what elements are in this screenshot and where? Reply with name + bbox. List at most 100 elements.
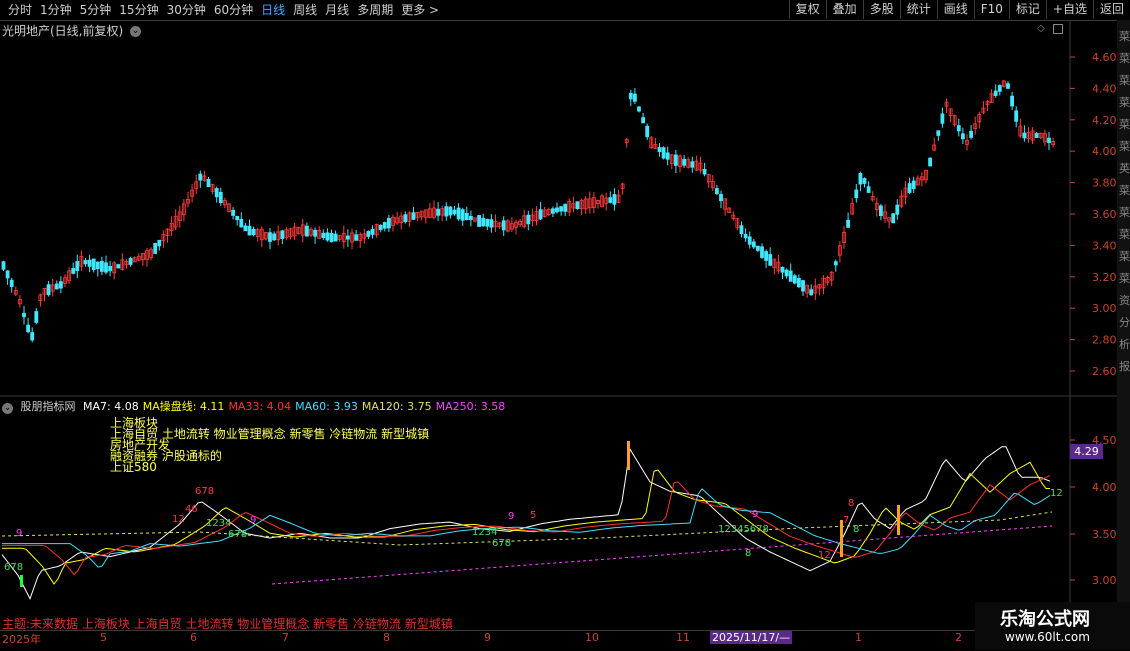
indicator-legend[interactable]: ⌄ 股朋指标网 MA7: 4.08 MA操盘线: 4.11 MA33: 4.04 MA…: [2, 398, 513, 414]
action-button[interactable]: +自选: [1045, 0, 1093, 19]
date-label: 9: [484, 631, 491, 644]
side-char: 菜: [1119, 206, 1130, 219]
side-char: 菜: [1119, 96, 1130, 109]
candle-body: [50, 284, 55, 292]
candle-body: [169, 223, 174, 231]
candle-body: [940, 113, 945, 124]
period-tab[interactable]: 分时: [4, 2, 36, 18]
candle-body: [493, 220, 498, 228]
candle-body: [932, 144, 937, 151]
candle-body: [432, 207, 436, 218]
candle-body: [489, 219, 494, 228]
price-label: 3.40: [1092, 239, 1117, 252]
candle-body: [145, 250, 149, 260]
candle-body: [317, 229, 322, 239]
period-tab[interactable]: 5分钟: [76, 2, 116, 18]
candle-body: [587, 198, 592, 209]
candle-body: [1043, 133, 1047, 143]
period-tab[interactable]: 30分钟: [163, 2, 210, 18]
action-button[interactable]: 复权: [788, 0, 826, 19]
candle-body: [1018, 125, 1023, 137]
period-tab[interactable]: 日线: [257, 2, 289, 18]
action-button[interactable]: 多股: [862, 0, 900, 19]
candle-body: [563, 203, 568, 212]
candle-body: [710, 181, 715, 189]
indicator-value: MA250: 3.58: [435, 400, 506, 413]
candle-body: [694, 160, 699, 171]
side-char: 菜: [1119, 52, 1130, 65]
period-tab[interactable]: 60分钟: [210, 2, 257, 18]
chevron-down-icon[interactable]: ⌄: [2, 403, 13, 414]
signal-bar: [897, 505, 900, 535]
date-label: 6: [190, 631, 197, 644]
candle-body: [915, 177, 920, 186]
seq-label-green: 1234: [206, 518, 231, 529]
candle-body: [514, 221, 518, 228]
diamond-icon[interactable]: ◇: [1037, 23, 1045, 34]
candle-body: [419, 210, 424, 218]
side-char: 菜: [1119, 74, 1130, 87]
ma120-line: [1, 511, 1053, 546]
candle-body: [63, 277, 67, 284]
period-tab[interactable]: 更多 >: [397, 2, 443, 18]
action-button[interactable]: 标记: [1008, 0, 1046, 19]
period-tab[interactable]: 多周期: [353, 2, 397, 18]
candle-body: [731, 214, 736, 219]
indicator-name: 股朋指标网: [20, 400, 76, 413]
action-button[interactable]: 叠加: [825, 0, 863, 19]
price-label: 4.20: [1092, 114, 1117, 127]
candle-body: [95, 261, 100, 270]
candle-body: [456, 207, 461, 220]
indicator-value: MA120: 3.75: [361, 400, 432, 413]
candle-body: [780, 266, 785, 273]
candle-body: [440, 208, 445, 216]
candle-body: [645, 125, 650, 138]
period-tab[interactable]: 周线: [289, 2, 321, 18]
candle-body: [862, 178, 867, 184]
seq-label-red: 46: [185, 504, 198, 515]
candle-body: [247, 225, 252, 236]
candle-body: [604, 197, 609, 204]
seq-label-green: 12: [1050, 488, 1063, 499]
candle-body: [690, 161, 695, 168]
seq-label-green: 678: [4, 562, 23, 573]
candle-body: [641, 117, 645, 124]
price-label: 4.40: [1092, 82, 1117, 95]
seq-label-green: 678: [492, 538, 511, 549]
candle-body: [46, 284, 51, 296]
seq-label-green: 8: [745, 548, 751, 559]
candle-body: [989, 93, 994, 103]
candle-body: [682, 159, 686, 166]
action-button[interactable]: 返回: [1092, 0, 1130, 19]
candlestick-chart[interactable]: 4.60 4.40 4.20 4.00 3.80 3.60 3.40 3.20 3.00 2.80…: [0, 0, 1130, 650]
candle-body: [719, 193, 723, 202]
candle-body: [981, 107, 986, 113]
candle-body: [309, 228, 313, 236]
stock-title[interactable]: 光明地产(日线,前复权) ⌄: [2, 22, 142, 39]
square-icon[interactable]: [1053, 24, 1063, 34]
candle-body: [903, 187, 908, 198]
candle-body: [739, 225, 744, 235]
period-tab[interactable]: 15分钟: [115, 2, 162, 18]
candle-body: [157, 239, 162, 247]
candle-body: [567, 201, 572, 213]
action-button[interactable]: F10: [973, 0, 1009, 19]
period-tab[interactable]: 1分钟: [36, 2, 76, 18]
candle-body: [26, 324, 31, 333]
candle-body: [801, 280, 805, 292]
candle-body: [751, 241, 756, 248]
period-tab[interactable]: 月线: [321, 2, 353, 18]
price-label: 3.80: [1092, 177, 1117, 190]
candle-body: [883, 211, 887, 219]
candle-body: [497, 222, 502, 227]
action-button[interactable]: 画线: [936, 0, 974, 19]
candle-body: [1022, 132, 1027, 139]
candle-body: [337, 235, 342, 240]
candle-body: [985, 100, 990, 105]
action-button[interactable]: 统计: [899, 0, 937, 19]
seq-label-green: 12345678: [718, 524, 769, 535]
candle-body: [1010, 95, 1014, 107]
chevron-down-icon[interactable]: ⌄: [130, 26, 142, 37]
seq-label-red: 5: [530, 510, 536, 521]
candle-body: [87, 259, 92, 267]
